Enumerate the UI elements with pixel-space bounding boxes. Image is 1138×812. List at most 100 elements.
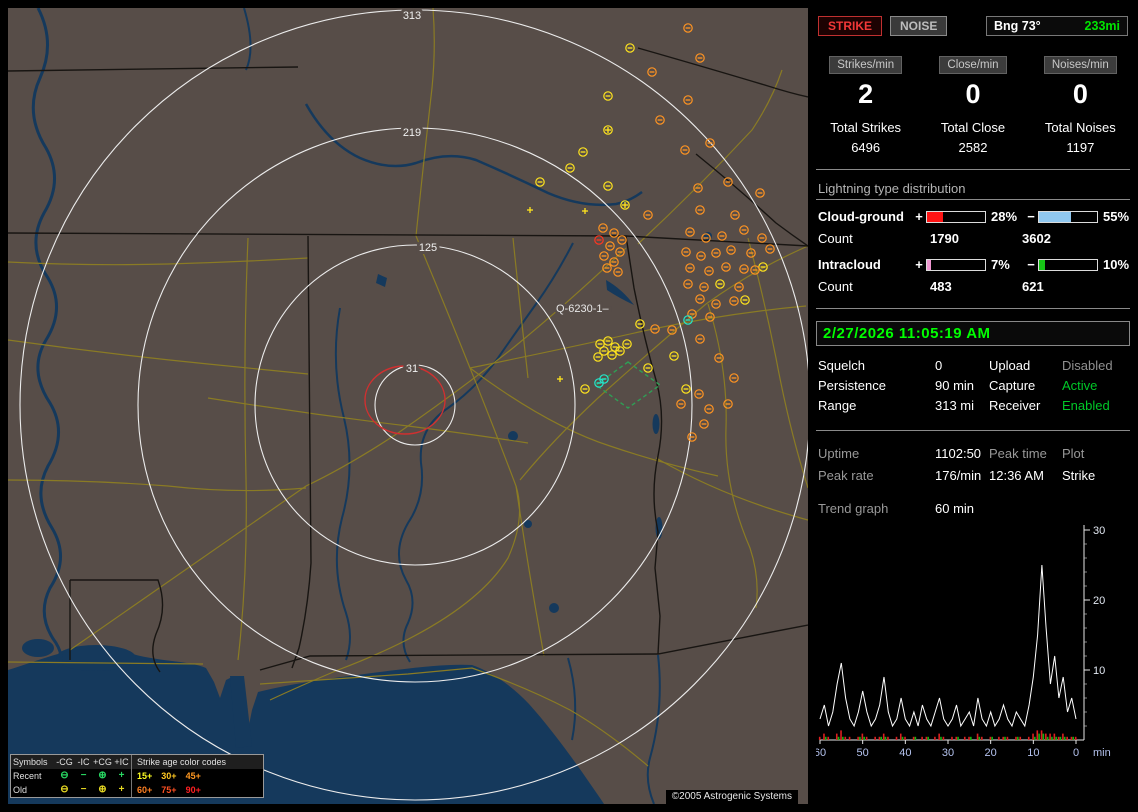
peak-time-value: 12:36 AM [989,465,1062,487]
plus-sign: + [912,209,926,224]
noise-tab-button[interactable]: NOISE [890,16,947,36]
trend-x-unit-label: min [1093,747,1111,759]
peak-time-label: Peak time [989,443,1062,465]
age-code-90: 90+ [186,783,201,797]
trend-x-tick-label: 30 [942,747,954,759]
peak-rate-value: 176/min [935,465,989,487]
distribution-title: Lightning type distribution [818,181,1128,196]
strike-tab-button[interactable]: STRIKE [818,16,882,36]
noises-per-min-chip: Noises/min [1044,56,1117,74]
total-noises-label: Total Noises [1027,120,1134,135]
strikes-column: Strikes/min 2 Total Strikes 6496 [812,56,919,155]
trend-y-tick-label: 30 [1093,525,1105,537]
minus-sign: − [1024,209,1038,224]
squelch-label: Squelch [818,356,935,376]
age-code-60: 60+ [137,783,152,797]
ic-minus-percent: 10% [1098,257,1134,272]
capture-status: Active [1062,376,1128,396]
trend-graph-label: Trend graph [818,501,935,516]
peak-rate-label: Peak rate [818,465,935,487]
trend-header: Trend graph 60 min [818,501,1128,516]
total-close-value: 2582 [919,140,1026,155]
ic-minus-bar [1038,259,1098,271]
total-strikes-label: Total Strikes [812,120,919,135]
recent-pos-cg-icon: ⊕ [93,769,112,783]
legend-col-pos-cg: +CG [93,755,112,769]
copyright-text: ©2005 Astrogenic Systems [666,790,798,804]
ic-plus-bar [926,259,986,271]
capture-label: Capture [989,376,1062,396]
strikes-per-min-chip: Strikes/min [829,56,902,74]
trend-x-tick-label: 10 [1027,747,1039,759]
ring-label-125: 125 [419,242,437,254]
persistence-value: 90 min [935,376,989,396]
receiver-status: Enabled [1062,396,1128,416]
upload-status: Disabled [1062,356,1128,376]
legend-symbols-header: Symbols [13,755,55,769]
trend-y-tick-label: 20 [1093,595,1105,607]
total-strikes-value: 6496 [812,140,919,155]
total-close-label: Total Close [919,120,1026,135]
cg-plus-count: 1790 [930,231,1022,246]
old-neg-ic-icon: − [74,783,93,797]
cg-minus-bar [1038,211,1098,223]
ic-minus-count: 621 [1022,279,1134,294]
ic-plus-percent: 7% [986,257,1024,272]
separator [816,308,1130,309]
cg-plus-percent: 28% [986,209,1024,224]
cloud-ground-counts: Count 1790 3602 [818,231,1134,246]
trend-x-tick-label: 20 [985,747,997,759]
status-grid: Squelch 0 Upload Disabled Persistence 90… [818,356,1128,416]
old-neg-cg-icon: ⊖ [55,783,74,797]
trend-x-tick-label: 50 [857,747,869,759]
map-view[interactable]: 313 219 125 31 Q-6230-1– Symbols -CG -IC… [8,8,808,804]
age-code-75: 75+ [161,783,176,797]
bearing-value: Bng 73° [994,19,1041,33]
cg-minus-percent: 55% [1098,209,1134,224]
ring-label-31: 31 [406,363,418,375]
side-panel: STRIKE NOISE Bng 73° 233mi Strikes/min 2… [812,8,1134,804]
strike-legend: Symbols -CG -IC +CG +IC Strike age color… [10,754,264,798]
recent-neg-ic-icon: − [74,769,93,783]
strike-symbol-cp [604,126,612,134]
strikes-per-min-value: 2 [812,79,919,110]
ring-label-219: 219 [403,127,421,139]
legend-col-pos-ic: +IC [112,755,131,769]
panel-top-bar: STRIKE NOISE Bng 73° 233mi [812,8,1134,36]
persistence-label: Persistence [818,376,935,396]
bearing-readout: Bng 73° 233mi [986,16,1128,36]
trend-y-tick-label: 10 [1093,665,1105,677]
trend-x-tick-label: 0 [1073,747,1079,759]
old-pos-cg-icon: ⊕ [93,783,112,797]
separator [816,199,1130,200]
cg-minus-count: 3602 [1022,231,1134,246]
cloud-ground-row: Cloud-ground + 28% − 55% [818,209,1134,224]
trend-line [820,565,1076,726]
range-label: Range [818,396,935,416]
cloud-ground-label: Cloud-ground [818,209,912,224]
trend-x-tick-label: 40 [899,747,911,759]
noises-per-min-value: 0 [1027,79,1134,110]
legend-recent-label: Recent [13,769,55,783]
ic-count-label: Count [818,279,930,294]
uptime-value: 1102:50 [935,443,989,465]
close-column: Close/min 0 Total Close 2582 [919,56,1026,155]
legend-old-label: Old [13,783,55,797]
cg-count-label: Count [818,231,930,246]
receiver-label: Receiver [989,396,1062,416]
intracloud-counts: Count 483 621 [818,279,1134,294]
plot-value: Strike [1062,465,1128,487]
ic-plus-count: 483 [930,279,1022,294]
bearing-distance: 233mi [1085,19,1120,33]
range-value: 313 mi [935,396,989,416]
cg-plus-bar [926,211,986,223]
separator [816,169,1130,170]
noises-column: Noises/min 0 Total Noises 1197 [1027,56,1134,155]
app-window: { "app": {"copyright": "©2005 Astrogenic… [0,0,1138,812]
recent-neg-cg-icon: ⊖ [55,769,74,783]
upload-label: Upload [989,356,1062,376]
intracloud-label: Intracloud [818,257,912,272]
trend-window-value: 60 min [935,501,1128,516]
squelch-value: 0 [935,356,989,376]
station-label: Q-6230-1– [556,303,609,315]
